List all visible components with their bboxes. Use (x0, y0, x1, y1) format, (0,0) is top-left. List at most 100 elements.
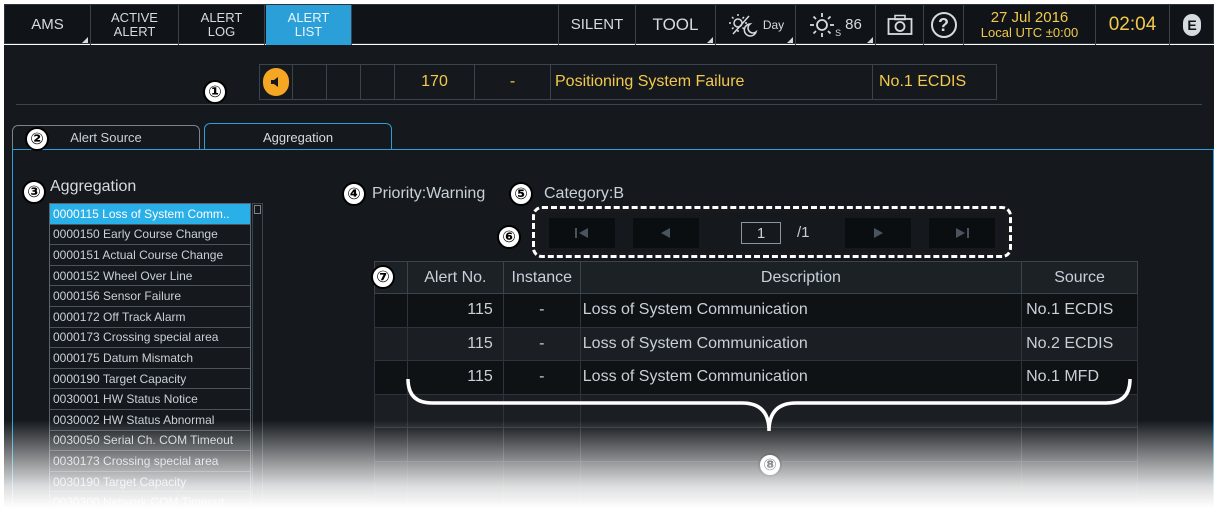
table-header-row: Alert No. Instance Description Source (374, 261, 1138, 294)
header-source[interactable]: Source (1021, 261, 1138, 294)
callout-6: ⑥ (497, 225, 521, 249)
brace-annotation (406, 378, 1132, 432)
callout-3: ③ (22, 180, 46, 204)
table-row[interactable]: 115- Loss of System Communication No.2 ECD… (374, 326, 1138, 361)
tab-aggregation-label: Aggregation (262, 129, 334, 145)
priority-label: Priority:Warning (372, 185, 486, 202)
category-label: Category:B (544, 185, 625, 202)
header-description[interactable]: Description (579, 261, 1023, 294)
help-icon: ? (930, 12, 957, 38)
header-instance[interactable]: Instance (502, 261, 581, 294)
row-marker-cell (374, 293, 408, 328)
list-item[interactable]: 0030300 Network COM Timeout (50, 492, 250, 508)
day-night-button[interactable]: Day (716, 5, 796, 45)
active-alert-label-1: ACTIVE (111, 10, 158, 25)
alert-no-cell (406, 494, 504, 508)
next-page-icon (874, 228, 883, 238)
alert-status-cell-1 (293, 64, 327, 100)
screenshot-button[interactable] (876, 5, 924, 45)
brightness-sub-label: S (835, 28, 842, 38)
tab-alert-source-label: Alert Source (70, 130, 142, 145)
list-item[interactable]: 0000173 Crossing special area (50, 328, 250, 349)
speaker-icon (263, 68, 289, 96)
alert-log-button[interactable]: ALERT LOG (179, 5, 265, 45)
first-page-button[interactable] (549, 218, 615, 248)
prev-page-button[interactable] (633, 218, 699, 248)
source-cell: No.2 ECDIS (1021, 326, 1138, 361)
day-mode-label: Day (762, 18, 785, 32)
list-item[interactable]: 0030173 Crossing special area (50, 451, 250, 472)
instance-cell: - (502, 293, 581, 328)
page-number-input[interactable]: 1 (741, 222, 781, 244)
callout-5: ⑤ (509, 182, 533, 206)
alert-log-label-2: LOG (207, 24, 236, 39)
row-marker-cell (374, 326, 408, 361)
tool-label: TOOL (652, 15, 699, 34)
aggregation-scrollbar[interactable] (252, 203, 263, 508)
table-row[interactable]: 115- Loss of System Communication No.1 ECD… (374, 293, 1138, 328)
active-alert-button[interactable]: ACTIVE ALERT (91, 5, 179, 45)
callout-8: ⑧ (758, 453, 782, 477)
tool-button[interactable]: TOOL (636, 5, 716, 45)
camera-icon (887, 14, 912, 35)
submenu-corner-icon (867, 37, 873, 43)
active-alert-message: Positioning System Failure (551, 64, 873, 100)
active-alert-no: 170 (395, 64, 475, 100)
instance-cell (502, 494, 581, 508)
tab-aggregation[interactable]: Aggregation (204, 123, 392, 150)
alert-no-cell: 115 (406, 326, 504, 361)
list-item[interactable]: 0000190 Target Capacity (50, 369, 250, 390)
alert-status-cell-2 (327, 64, 361, 100)
active-alert-row: 170 - Positioning System Failure No.1 EC… (259, 64, 997, 100)
list-item[interactable]: 0000115 Loss of System Comm.. (50, 204, 250, 225)
prev-page-icon (661, 228, 670, 238)
source-cell (1021, 460, 1138, 495)
list-item[interactable]: 0000150 Early Course Change (50, 225, 250, 246)
page-total: /1 (797, 224, 810, 241)
table-row[interactable] (374, 494, 1138, 508)
scrollbar-thumb[interactable] (254, 205, 261, 214)
silent-button[interactable]: SILENT (558, 5, 636, 45)
alert-list-panel: 170 - Positioning System Failure No.1 EC… (4, 45, 1214, 508)
list-item[interactable]: 0030050 Serial Ch. COM Timeout (50, 431, 250, 452)
list-item[interactable]: 0000152 Wheel Over Line (50, 266, 250, 287)
last-page-icon (956, 228, 969, 238)
alert-list-button[interactable]: ALERT LIST (266, 5, 352, 45)
tab-frame-left (12, 149, 13, 508)
next-page-button[interactable] (845, 218, 911, 248)
submenu-corner-icon (787, 37, 793, 43)
callout-7: ⑦ (371, 265, 395, 289)
list-item[interactable]: 0000151 Actual Course Change (50, 245, 250, 266)
list-item[interactable]: 0030190 Target Capacity (50, 472, 250, 493)
header-alert-no[interactable]: Alert No. (406, 261, 504, 294)
active-alert-label-2: ALERT (113, 24, 156, 39)
description-cell (579, 494, 1023, 508)
list-item[interactable]: 0030001 HW Status Notice (50, 389, 250, 410)
e-indicator[interactable]: E (1170, 5, 1214, 45)
aggregation-list[interactable]: 0000115 Loss of System Comm.. 0000150 Ear… (49, 203, 251, 508)
tab-frame-right (1213, 149, 1214, 508)
help-button[interactable]: ? (924, 5, 964, 45)
list-item[interactable]: 0000172 Off Track Alarm (50, 307, 250, 328)
list-item[interactable]: 0000156 Sensor Failure (50, 286, 250, 307)
alert-no-cell (406, 460, 504, 495)
last-page-button[interactable] (929, 218, 995, 248)
active-alert-source: No.1 ECDIS (873, 64, 997, 100)
ams-label: AMS (31, 16, 64, 33)
date-label: 27 Jul 2016 (990, 9, 1069, 26)
time-label: 02:04 (1108, 14, 1157, 35)
row-marker-cell (374, 494, 408, 508)
table-row[interactable] (374, 460, 1138, 495)
callout-1: ① (203, 80, 227, 104)
aggregation-title: Aggregation (50, 178, 137, 195)
description-cell (579, 460, 1023, 495)
alert-no-cell: 115 (406, 293, 504, 328)
list-item[interactable]: 0000175 Datum Mismatch (50, 348, 250, 369)
silent-label: SILENT (570, 16, 624, 33)
alert-log-label-1: ALERT (200, 10, 243, 25)
list-item[interactable]: 0030002 HW Status Abnormal (50, 410, 250, 431)
ams-button[interactable]: AMS (5, 5, 91, 45)
submenu-corner-icon (82, 37, 88, 43)
brightness-button[interactable]: S 86 (796, 5, 876, 45)
speaker-cell[interactable] (259, 64, 293, 100)
